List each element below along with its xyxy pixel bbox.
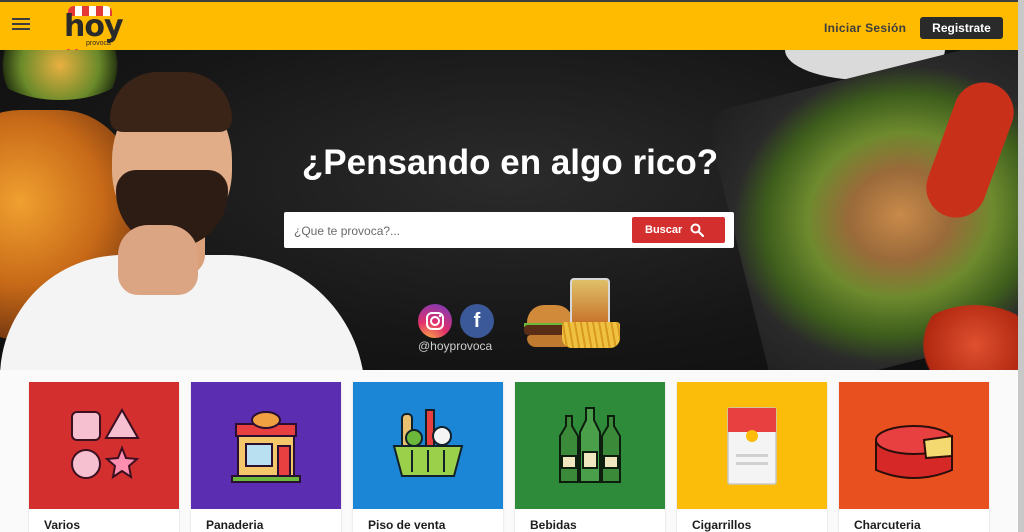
hamburger-menu-icon[interactable]: [12, 18, 30, 32]
category-card-bebidas[interactable]: Bebidas: [515, 382, 665, 532]
instagram-icon[interactable]: [418, 304, 452, 338]
fries-icon: [562, 322, 620, 348]
social-handle: @hoyprovoca: [418, 339, 493, 353]
category-card-image: [191, 382, 341, 509]
category-card-panaderia[interactable]: Panaderia: [191, 382, 341, 532]
register-button[interactable]: Registrate: [920, 17, 1003, 39]
search-icon: [690, 223, 704, 237]
category-label: Piso de venta: [368, 518, 446, 532]
category-label: Panaderia: [206, 518, 264, 532]
plate-image: [0, 50, 130, 100]
category-label: Cigarrillos: [692, 518, 752, 532]
search-bar: Buscar: [284, 212, 734, 248]
hero-banner: ¿Pensando en algo rico? Buscar f @hoypro…: [0, 50, 1018, 370]
category-label: Charcuteria: [854, 518, 921, 532]
search-input[interactable]: [292, 221, 626, 241]
category-card-image: [29, 382, 179, 509]
category-card-image: [515, 382, 665, 509]
grocery-basket-icon: [392, 409, 464, 477]
search-button[interactable]: Buscar: [632, 217, 725, 243]
top-navbar: hoy provoca Iniciar Sesión Registrate: [0, 0, 1018, 54]
category-card-varios[interactable]: Varios: [29, 382, 179, 532]
category-card-charcuteria[interactable]: Charcuteria: [839, 382, 989, 532]
bakery-icon: [231, 411, 301, 483]
facebook-icon[interactable]: f: [460, 304, 494, 338]
page-scrollbar[interactable]: [1018, 0, 1024, 532]
hero-title: ¿Pensando en algo rico?: [301, 143, 719, 182]
bottles-icon: [559, 407, 621, 483]
category-label: Varios: [44, 518, 81, 532]
logo-subtext: provoca: [86, 40, 111, 47]
search-button-label: Buscar: [645, 224, 683, 236]
cigarette-pack-icon: [727, 407, 777, 485]
cheese-icon: [875, 425, 953, 479]
hoy-provoca-logo[interactable]: hoy provoca: [60, 4, 124, 54]
category-card-image: [839, 382, 989, 509]
category-label: Bebidas: [530, 518, 577, 532]
category-grid: Varios Panaderia Piso de venta Bebidas C…: [0, 370, 1018, 532]
category-card-cigarrillos[interactable]: Cigarrillos: [677, 382, 827, 532]
login-link[interactable]: Iniciar Sesión: [824, 21, 906, 35]
category-card-piso-de-venta[interactable]: Piso de venta: [353, 382, 503, 532]
man-hair: [110, 72, 232, 132]
logo-text: hoy: [64, 9, 124, 44]
man-hand: [118, 225, 198, 295]
shapes-icon: [71, 407, 140, 480]
category-card-image: [353, 382, 503, 509]
category-card-image: [677, 382, 827, 509]
